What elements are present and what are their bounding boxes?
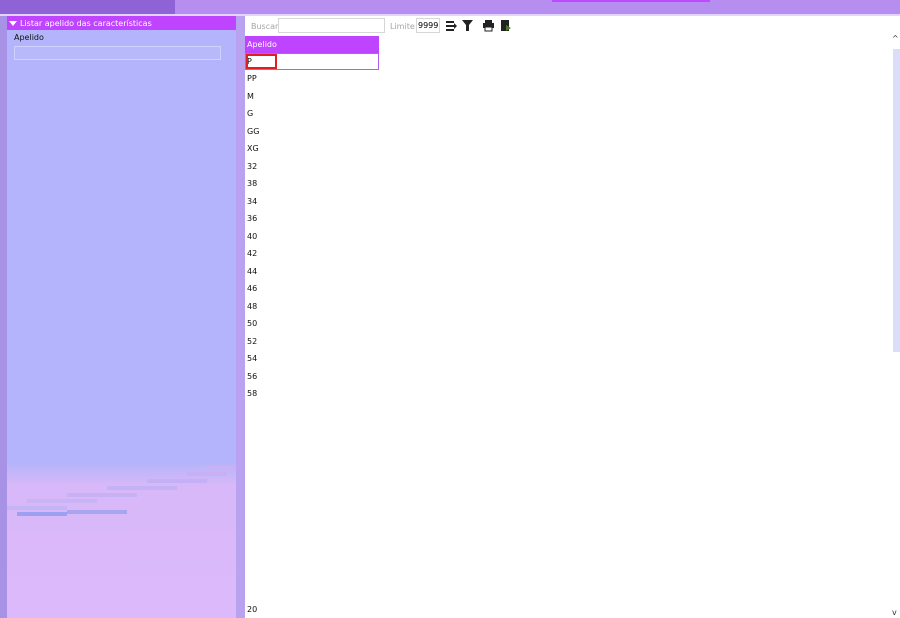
vertical-scrollbar[interactable]: ^ v [892,34,900,618]
filter-panel: Listar apelido das características Apeli… [7,16,236,618]
scroll-up-icon[interactable]: ^ [892,34,899,43]
filter-icon[interactable] [461,19,474,32]
table-cell: 36 [247,214,258,223]
table-cell: G [247,109,254,118]
results-toolbar: Buscar Limite [245,16,900,36]
search-input[interactable] [278,18,385,33]
table-cell: 46 [247,284,258,293]
active-tab-indicator [552,0,710,2]
table-row[interactable]: 48 [245,298,379,315]
filter-panel-header[interactable]: Listar apelido das características [7,16,236,30]
table-cell: 52 [247,337,258,346]
table-cell: 40 [247,232,258,241]
table-row[interactable]: 38 [245,175,379,192]
table-row[interactable]: 42 [245,245,379,262]
table-cell: 48 [247,302,258,311]
table-row[interactable]: 46 [245,280,379,297]
scrollbar-thumb[interactable] [893,49,900,352]
sort-icon[interactable] [445,19,458,32]
table-cell: 32 [247,162,258,171]
table-row[interactable]: PP [245,70,379,87]
column-header-apelido[interactable]: Apelido [245,36,379,53]
table-row[interactable]: M [245,88,379,105]
table-row[interactable]: 50 [245,315,379,332]
table-row[interactable]: 36 [245,210,379,227]
apelido-field-label: Apelido [14,33,44,42]
table-cell: 58 [247,389,258,398]
scroll-down-icon[interactable]: v [892,608,897,617]
search-label: Buscar [251,22,279,31]
table-row[interactable]: 54 [245,350,379,367]
table-row[interactable]: 34 [245,193,379,210]
table-row[interactable]: 52 [245,333,379,350]
table-cell: 54 [247,354,258,363]
table-cell: M [247,92,254,101]
table-row[interactable]: 32 [245,158,379,175]
table-row[interactable]: P [245,53,379,70]
limit-label: Limite [390,22,415,31]
window-top-strip [0,0,900,16]
results-pane: Buscar Limite Apelido P PP M G GG XG 32 [245,16,900,618]
table-cell: 42 [247,249,258,258]
table-cell: 20 [247,605,258,614]
table-cell: 38 [247,179,258,188]
apelido-filter-input[interactable] [14,46,221,60]
table-cell: 44 [247,267,258,276]
print-icon[interactable] [482,19,495,32]
table-cell: XG [247,144,259,153]
table-row[interactable]: 56 [245,368,379,385]
table-row[interactable]: XG [245,140,379,157]
limit-input[interactable] [416,18,440,33]
table-cell: 50 [247,319,258,328]
export-icon[interactable] [499,19,512,32]
table-cell: GG [247,127,260,136]
caret-down-icon[interactable] [9,20,17,26]
filter-panel-title: Listar apelido das características [20,18,152,28]
table-row[interactable]: 58 [245,385,379,402]
table-row[interactable]: 40 [245,228,379,245]
table-row[interactable]: G [245,105,379,122]
table-cell: 34 [247,197,258,206]
selected-cell[interactable] [246,54,277,69]
table-cell: 56 [247,372,258,381]
table-row[interactable]: GG [245,123,379,140]
decorative-steps [7,466,236,546]
table-cell: PP [247,74,257,83]
table-row[interactable]: 44 [245,263,379,280]
